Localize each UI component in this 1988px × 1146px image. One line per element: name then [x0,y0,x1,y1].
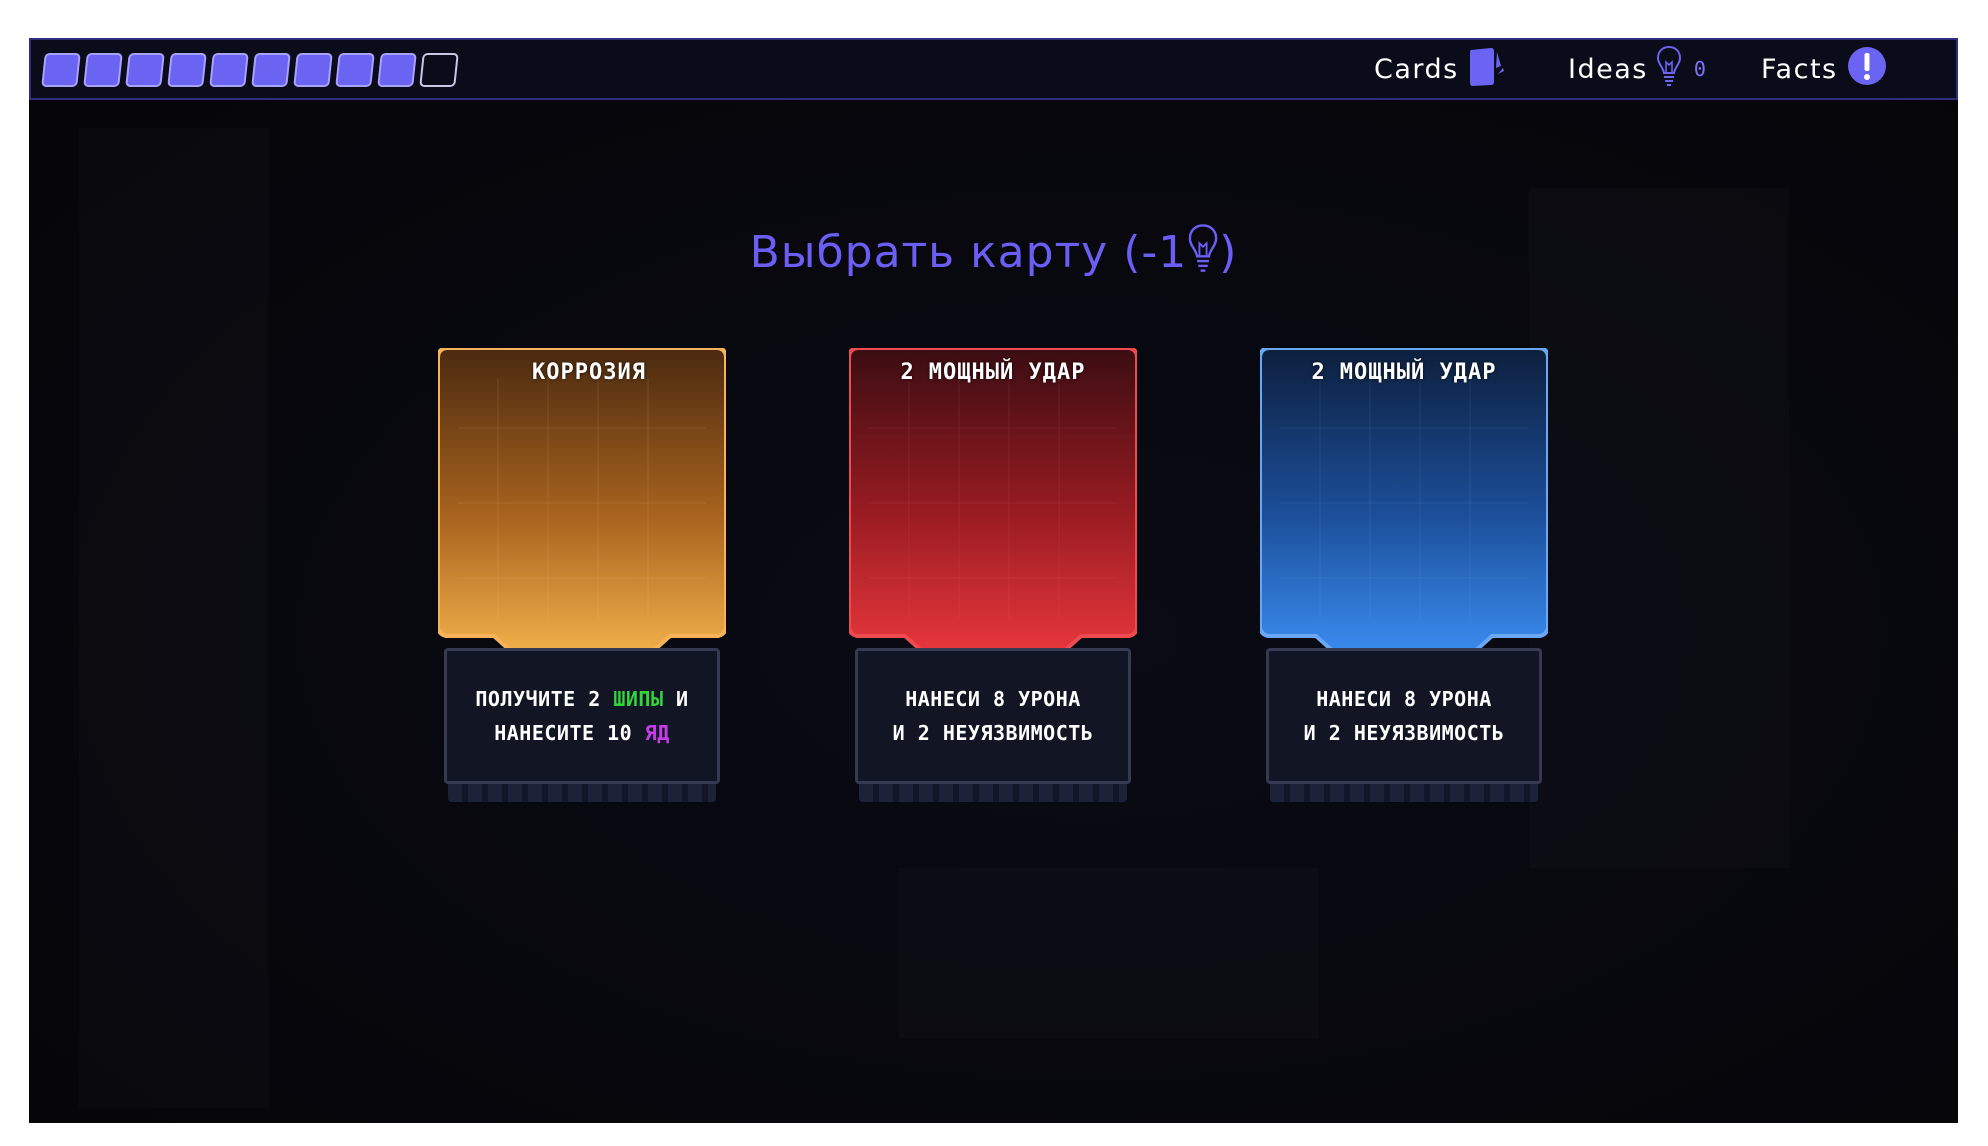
nav-ideas-label: Ideas [1568,53,1648,85]
background-texture [899,868,1319,1038]
card-description: НАНЕСИ 8 УРОНА И 2 НЕУЯЗВИМОСТЬ [855,648,1131,784]
card-option-corrosion[interactable]: КОРРОЗИЯ ПОЛУЧИТЕ 2 ШИПЫ И НАНЕСИТЕ 10 Я… [438,348,726,818]
ideas-count: 0 [1693,57,1708,81]
energy-pip [209,53,249,87]
page-title: Выбрать карту (-1 ) [29,223,1958,284]
keyword-thorns: ШИПЫ [613,687,664,711]
card-description-line: И 2 НЕУЯЗВИМОСТЬ [892,721,1094,745]
card-cost: 2 [900,360,915,385]
card-title: КОРРОЗИЯ [438,360,726,385]
cards-icon [1467,44,1507,95]
card-name: МОЩНЫЙ УДАР [928,360,1086,385]
card-art-red [849,348,1137,656]
desc-text: НАНЕСИТЕ 10 [494,721,645,745]
card-title: 2 МОЩНЫЙ УДАР [849,360,1137,385]
desc-text: И [663,687,689,711]
card-art-orange [438,348,726,656]
energy-pip [41,53,81,87]
energy-pip [377,53,417,87]
card-name: МОЩНЫЙ УДАР [1339,360,1497,385]
energy-meter [41,53,459,87]
energy-pip [335,53,375,87]
nav-cards-button[interactable]: Cards [1374,40,1507,98]
nav-facts-button[interactable]: Facts [1761,40,1888,98]
lightbulb-icon [1656,45,1682,94]
title-close-paren: ) [1219,227,1238,278]
background-texture [1529,188,1789,868]
nav-ideas-button[interactable]: Ideas 0 [1568,40,1707,98]
card-description-line: НАНЕСИ 8 УРОНА [905,687,1081,711]
card-cost: 2 [1311,360,1326,385]
card-title: 2 МОЩНЫЙ УДАР [1260,360,1548,385]
energy-pip [293,53,333,87]
card-base [448,784,716,802]
energy-pip [83,53,123,87]
nav-facts-label: Facts [1761,53,1838,85]
card-description-line: И 2 НЕУЯЗВИМОСТЬ [1303,721,1505,745]
card-base [1270,784,1538,802]
game-screen: Cards Ideas 0 Facts Выбрать карту (-1) … [29,38,1958,1123]
lightbulb-icon [1187,223,1219,284]
card-description-line: ПОЛУЧИТЕ 2 ШИПЫ И [475,687,688,711]
card-option-power-strike-red[interactable]: 2 МОЩНЫЙ УДАР НАНЕСИ 8 УРОНА И 2 НЕУЯЗВИМ… [849,348,1137,818]
top-bar: Cards Ideas 0 Facts [29,38,1958,100]
card-description-line: НАНЕСИТЕ 10 ЯД [494,721,670,745]
keyword-poison: ЯД [644,721,670,745]
energy-pip [251,53,291,87]
energy-pip-empty [419,53,459,87]
energy-pip [125,53,165,87]
page: Cards Ideas 0 Facts Выбрать карту (-1) … [0,0,1988,1146]
desc-text: ПОЛУЧИТЕ 2 [475,687,614,711]
card-description: ПОЛУЧИТЕ 2 ШИПЫ И НАНЕСИТЕ 10 ЯД [444,648,720,784]
energy-pip [167,53,207,87]
nav-cards-label: Cards [1374,53,1459,85]
card-art-blue [1260,348,1548,656]
card-base [859,784,1127,802]
exclamation-icon [1846,45,1888,94]
title-text: Выбрать карту (-1 [749,227,1188,278]
card-name: КОРРОЗИЯ [532,360,646,385]
card-option-power-strike-blue[interactable]: 2 МОЩНЫЙ УДАР НАНЕСИ 8 УРОНА И 2 НЕУЯЗВИМ… [1260,348,1548,818]
card-description: НАНЕСИ 8 УРОНА И 2 НЕУЯЗВИМОСТЬ [1266,648,1542,784]
card-description-line: НАНЕСИ 8 УРОНА [1316,687,1492,711]
